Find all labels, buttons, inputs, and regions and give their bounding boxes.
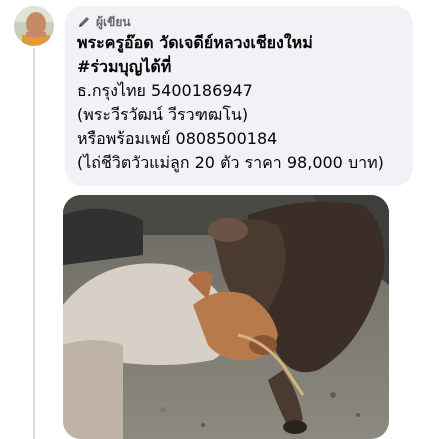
comment-bubble: ผู้เขียน พระครูอ๊อด วัดเจดีย์หลวงเชียงให…: [65, 6, 413, 186]
author-badge-label: ผู้เขียน: [96, 14, 131, 29]
post-line-5: หรือพร้อมเพย์ 0808500184: [77, 129, 278, 148]
post-line-6: (ไถ่ชีวิตวัวแม่ลูก 20 ตัว ราคา 98,000 บา…: [77, 153, 384, 172]
post-line-1: พระครูอ๊อด วัดเจดีย์หลวงเชียงใหม่: [77, 33, 313, 52]
thread-line: [33, 48, 35, 439]
post-line-3: ธ.กรุงไทย 5400186947: [77, 81, 253, 100]
pencil-icon: [77, 15, 91, 29]
hashtag-link[interactable]: #ร่วมบุญได้ที่: [77, 55, 401, 79]
attached-photo[interactable]: [63, 195, 389, 439]
avatar[interactable]: [14, 6, 54, 46]
comment-thread: ผู้เขียน พระครูอ๊อด วัดเจดีย์หลวงเชียงให…: [0, 0, 421, 439]
post-line-4: (พระวีรวัฒน์ วีรวฑฒโน): [77, 105, 249, 124]
author-badge[interactable]: ผู้เขียน: [77, 13, 401, 31]
